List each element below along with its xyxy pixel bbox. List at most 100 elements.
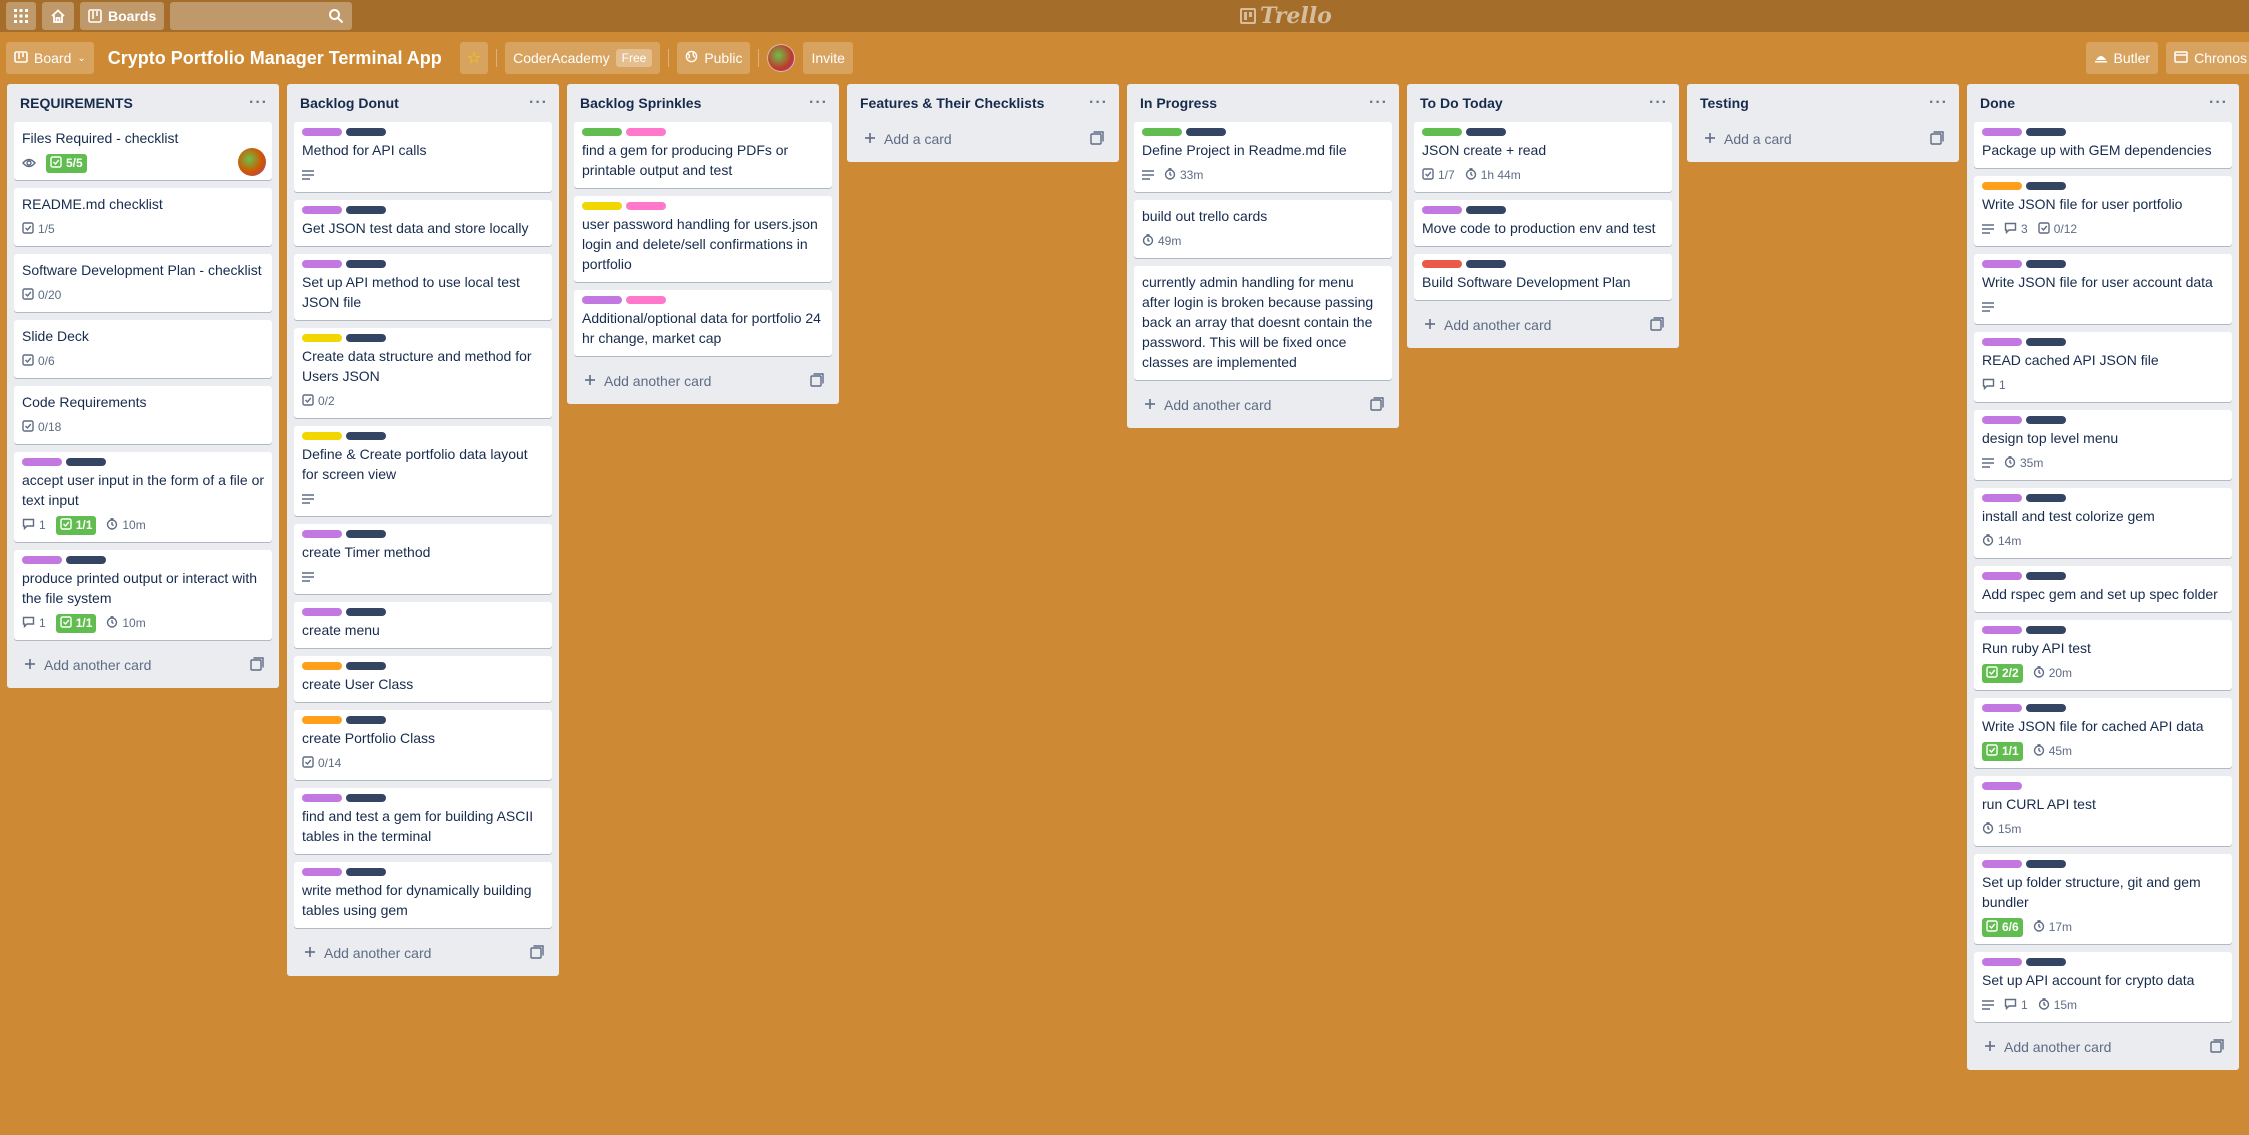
add-card-left[interactable]: Add another card bbox=[584, 373, 711, 389]
card-template-icon[interactable] bbox=[1930, 130, 1944, 148]
label-navy[interactable] bbox=[346, 432, 386, 440]
label-navy[interactable] bbox=[2026, 860, 2066, 868]
label-navy[interactable] bbox=[346, 868, 386, 876]
label-green[interactable] bbox=[582, 128, 622, 136]
label-orange[interactable] bbox=[302, 662, 342, 670]
list-title[interactable]: In Progress bbox=[1140, 95, 1217, 111]
card[interactable]: Set up API method to use local test JSON… bbox=[294, 254, 552, 320]
card[interactable]: find and test a gem for building ASCII t… bbox=[294, 788, 552, 854]
list-title[interactable]: Testing bbox=[1700, 95, 1749, 111]
label-pink[interactable] bbox=[626, 296, 666, 304]
butler-button[interactable]: Butler bbox=[2085, 42, 2159, 74]
label-purple[interactable] bbox=[302, 206, 342, 214]
label-purple[interactable] bbox=[1982, 338, 2022, 346]
label-purple[interactable] bbox=[1982, 704, 2022, 712]
card[interactable]: JSON create + read 1/7 1h 44m bbox=[1414, 122, 1672, 192]
label-purple[interactable] bbox=[1422, 206, 1462, 214]
card-template-icon[interactable] bbox=[1370, 396, 1384, 414]
card[interactable]: Method for API calls bbox=[294, 122, 552, 192]
label-navy[interactable] bbox=[2026, 128, 2066, 136]
card[interactable]: currently admin handling for menu after … bbox=[1134, 266, 1392, 380]
add-card-left[interactable]: Add another card bbox=[304, 945, 431, 961]
label-purple[interactable] bbox=[1982, 860, 2022, 868]
label-navy[interactable] bbox=[1186, 128, 1226, 136]
label-purple[interactable] bbox=[302, 530, 342, 538]
card[interactable]: find a gem for producing PDFs or printab… bbox=[574, 122, 832, 188]
team-button[interactable]: CoderAcademy Free bbox=[505, 42, 661, 74]
list-header[interactable]: In Progress ··· bbox=[1134, 84, 1392, 122]
add-card-button[interactable]: Add another card bbox=[294, 936, 552, 970]
card[interactable]: produce printed output or interact with … bbox=[14, 550, 272, 640]
card[interactable]: design top level menu 35m bbox=[1974, 410, 2232, 480]
card-template-icon[interactable] bbox=[810, 372, 824, 390]
card[interactable]: Set up folder structure, git and gem bun… bbox=[1974, 854, 2232, 944]
label-navy[interactable] bbox=[2026, 958, 2066, 966]
list-title[interactable]: Done bbox=[1980, 95, 2015, 111]
list-menu-icon[interactable]: ··· bbox=[1649, 94, 1668, 112]
add-card-left[interactable]: Add another card bbox=[24, 657, 151, 673]
label-navy[interactable] bbox=[346, 608, 386, 616]
label-pink[interactable] bbox=[626, 202, 666, 210]
card[interactable]: Software Development Plan - checklist 0/2… bbox=[14, 254, 272, 312]
label-navy[interactable] bbox=[346, 334, 386, 342]
card[interactable]: accept user input in the form of a file … bbox=[14, 452, 272, 542]
list-menu-icon[interactable]: ··· bbox=[1089, 94, 1108, 112]
list-header[interactable]: Features & Their Checklists ··· bbox=[854, 84, 1112, 122]
label-navy[interactable] bbox=[346, 794, 386, 802]
label-purple[interactable] bbox=[1982, 572, 2022, 580]
label-yellow[interactable] bbox=[302, 432, 342, 440]
board-title[interactable]: Crypto Portfolio Manager Terminal App bbox=[102, 48, 452, 69]
label-purple[interactable] bbox=[1982, 782, 2022, 790]
member-avatar[interactable] bbox=[767, 44, 796, 72]
add-card-button[interactable]: Add a card bbox=[854, 122, 1112, 156]
card[interactable]: Define & Create portfolio data layout fo… bbox=[294, 426, 552, 516]
label-yellow[interactable] bbox=[302, 334, 342, 342]
label-red[interactable] bbox=[1422, 260, 1462, 268]
label-navy[interactable] bbox=[1466, 128, 1506, 136]
add-card-left[interactable]: Add a card bbox=[864, 131, 952, 147]
label-yellow[interactable] bbox=[582, 202, 622, 210]
label-navy[interactable] bbox=[2026, 416, 2066, 424]
list-title[interactable]: Backlog Donut bbox=[300, 95, 399, 111]
label-navy[interactable] bbox=[346, 662, 386, 670]
label-green[interactable] bbox=[1422, 128, 1462, 136]
invite-button[interactable]: Invite bbox=[803, 42, 853, 74]
card-template-icon[interactable] bbox=[2210, 1038, 2224, 1056]
label-purple[interactable] bbox=[1982, 958, 2022, 966]
list-header[interactable]: Backlog Sprinkles ··· bbox=[574, 84, 832, 122]
label-navy[interactable] bbox=[346, 206, 386, 214]
card[interactable]: write method for dynamically building ta… bbox=[294, 862, 552, 928]
list-title[interactable]: Backlog Sprinkles bbox=[580, 95, 701, 111]
label-orange[interactable] bbox=[302, 716, 342, 724]
label-navy[interactable] bbox=[346, 128, 386, 136]
apps-button[interactable] bbox=[6, 2, 36, 30]
member-avatar[interactable] bbox=[238, 148, 266, 176]
label-purple[interactable] bbox=[22, 556, 62, 564]
label-purple[interactable] bbox=[302, 608, 342, 616]
board-view-switcher[interactable]: Board ⌄ bbox=[6, 42, 94, 74]
add-card-button[interactable]: Add another card bbox=[1974, 1030, 2232, 1064]
chronos-powerup-button[interactable]: Chronos R bbox=[2166, 42, 2249, 74]
list-header[interactable]: Backlog Donut ··· bbox=[294, 84, 552, 122]
label-navy[interactable] bbox=[346, 716, 386, 724]
label-purple[interactable] bbox=[302, 794, 342, 802]
card[interactable]: README.md checklist 1/5 bbox=[14, 188, 272, 246]
card[interactable]: Slide Deck 0/6 bbox=[14, 320, 272, 378]
label-purple[interactable] bbox=[582, 296, 622, 304]
list-title[interactable]: Features & Their Checklists bbox=[860, 95, 1044, 111]
card[interactable]: install and test colorize gem 14m bbox=[1974, 488, 2232, 558]
boards-button[interactable]: Boards bbox=[80, 2, 165, 30]
label-navy[interactable] bbox=[2026, 704, 2066, 712]
label-purple[interactable] bbox=[1982, 494, 2022, 502]
card[interactable]: create User Class bbox=[294, 656, 552, 702]
list-header[interactable]: Testing ··· bbox=[1694, 84, 1952, 122]
visibility-button[interactable]: Public bbox=[677, 42, 751, 74]
add-card-button[interactable]: Add another card bbox=[1134, 388, 1392, 422]
search-input[interactable] bbox=[170, 2, 353, 30]
card-template-icon[interactable] bbox=[530, 944, 544, 962]
card[interactable]: Create data structure and method for Use… bbox=[294, 328, 552, 418]
label-purple[interactable] bbox=[1982, 626, 2022, 634]
label-purple[interactable] bbox=[1982, 128, 2022, 136]
add-card-left[interactable]: Add another card bbox=[1984, 1039, 2111, 1055]
trello-logo[interactable]: Trello bbox=[1240, 3, 1332, 29]
